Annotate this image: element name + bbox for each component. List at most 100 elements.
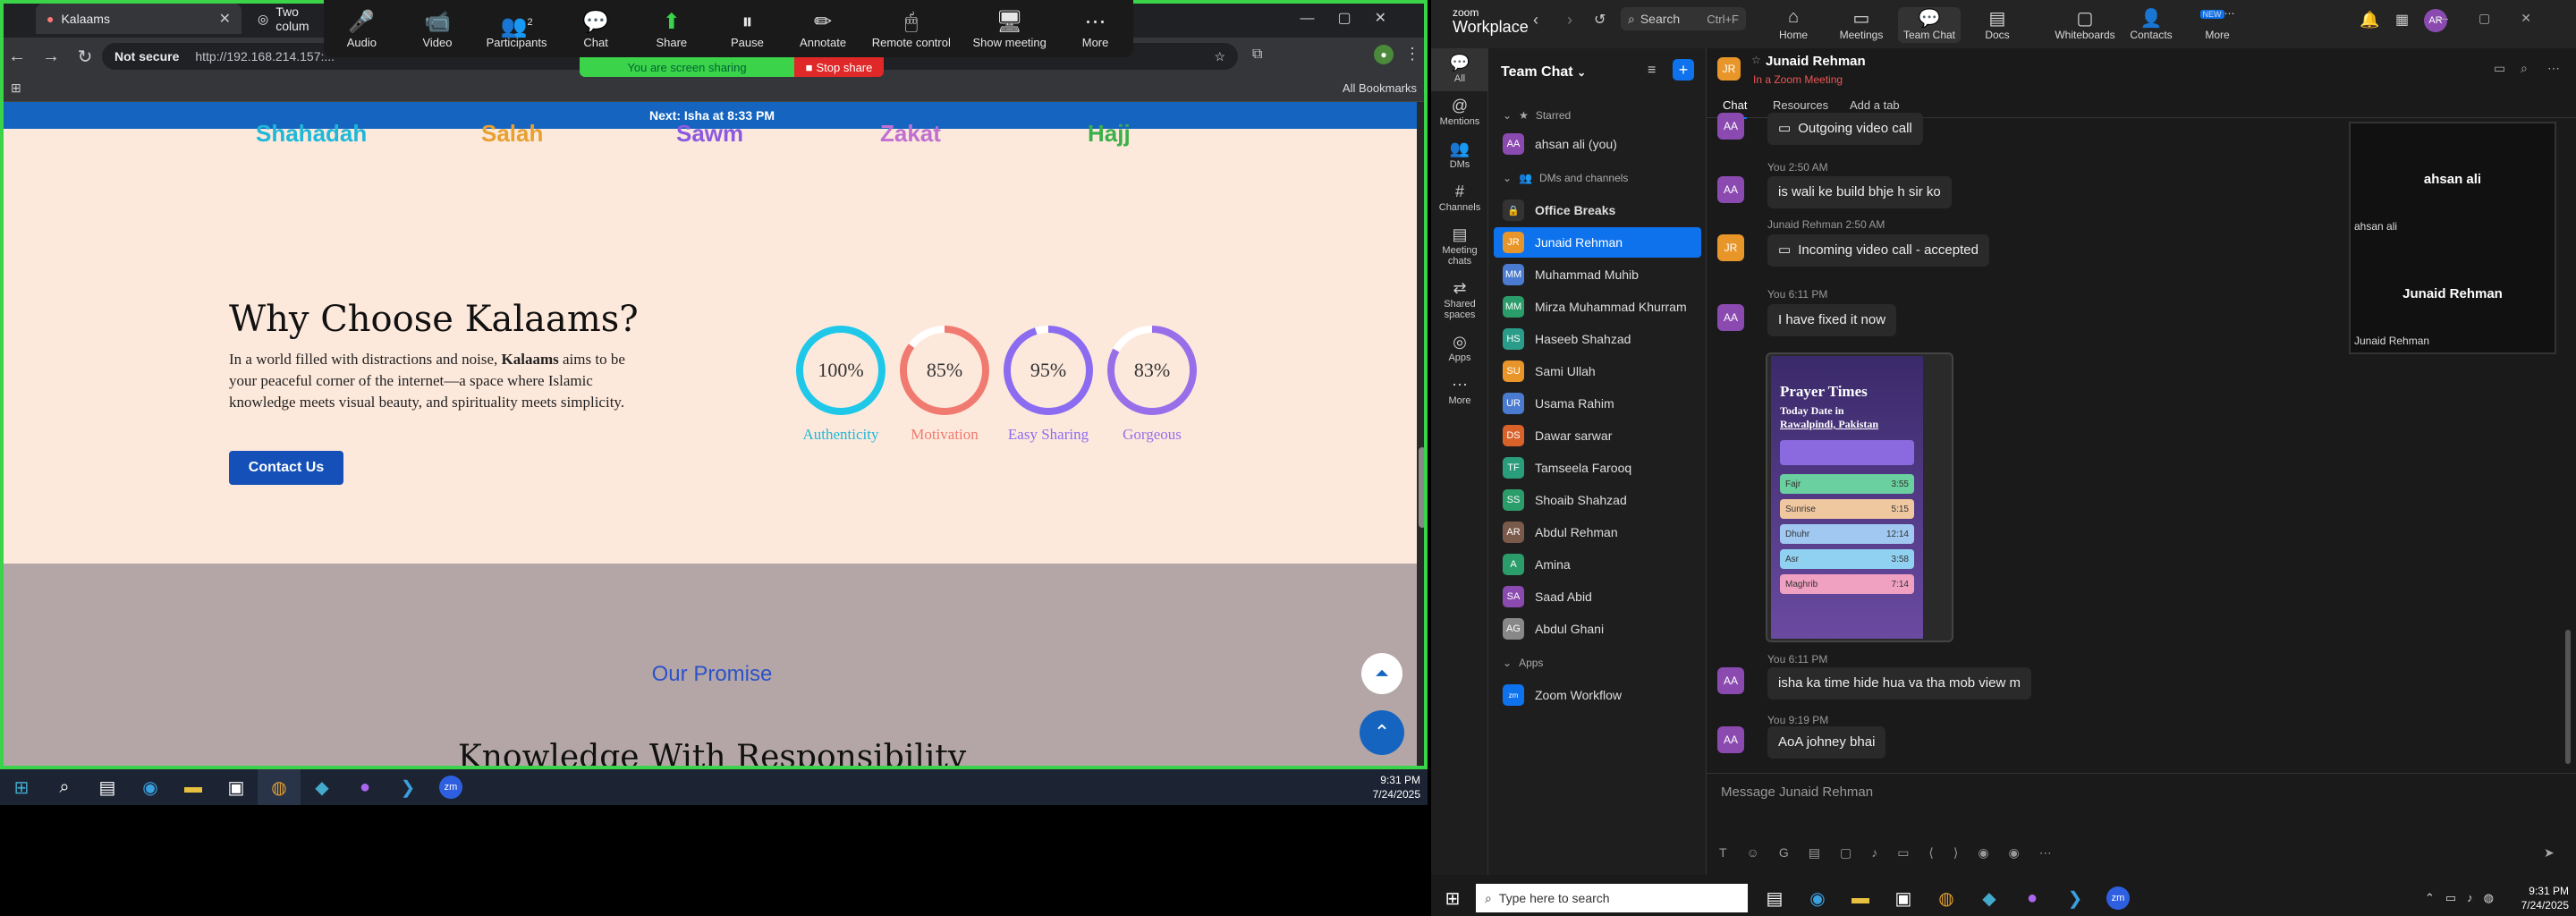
rail-mentions[interactable]: @ Mentions [1431,91,1488,134]
task-view-icon[interactable]: ▤ [86,769,129,805]
all-bookmarks-link[interactable]: All Bookmarks [1343,81,1417,95]
contact-item[interactable]: MM Muhammad Muhib [1488,259,1707,290]
filter-icon[interactable]: ≡ [1648,63,1656,79]
contact-item[interactable]: UR Usama Rahim [1488,388,1707,419]
history-icon[interactable]: ↺ [1594,11,1606,29]
apps-grid-icon[interactable]: ⊞ [11,81,21,96]
back-icon[interactable]: ‹ [1533,11,1538,30]
back-icon[interactable]: ← [0,47,34,67]
apps-section[interactable]: ⌄ Apps [1488,648,1707,678]
rail-shared-spaces[interactable]: ⇄ Shared spaces [1431,274,1488,327]
nav-meetings[interactable]: ▭ Meetings [1830,7,1893,41]
zoom-icon[interactable]: zm [429,769,472,805]
participants-button[interactable]: 👥2 Participants [487,9,547,49]
contact-item[interactable]: TF Tamseela Farooq [1488,453,1707,483]
store-icon[interactable]: ▣ [215,769,258,805]
github-icon[interactable]: ● [343,769,386,805]
more-button[interactable]: ⋯ More [1069,9,1123,49]
dms-section[interactable]: ⌄ 👥 DMs and channels [1488,163,1707,193]
system-tray-icons[interactable]: ⌃▭♪◍ [2425,891,2504,905]
nav-team-chat[interactable]: 💬 Team Chat [1898,7,1961,43]
remote-control-button[interactable]: 🖱 Remote control [872,9,951,49]
contact-us-button[interactable]: Contact Us [229,451,343,485]
task-view-icon[interactable]: ▤ [1753,880,1796,916]
rail-dms[interactable]: 👥 DMs [1431,134,1488,177]
contact-item[interactable]: AR Abdul Rehman [1488,517,1707,547]
calendar-icon[interactable]: ▦ [2395,11,2409,29]
extensions-icon[interactable]: ⧉ [1252,47,1262,63]
contact-item[interactable]: MM Mirza Muhammad Khurram [1488,292,1707,322]
contact-item[interactable]: A Amina [1488,549,1707,580]
windows-start-icon[interactable]: ⊞ [1431,880,1474,916]
search-input[interactable]: ⌕ Search Ctrl+F [1621,7,1746,30]
scrollbar-thumb[interactable] [1419,447,1426,528]
more-icon[interactable]: ⋯ [2547,61,2560,76]
message-bubble[interactable]: is wali ke build bhje h sir ko [1767,176,1952,208]
store-icon[interactable]: ▣ [1882,880,1925,916]
menu-icon[interactable]: ⋮ [1404,45,1420,64]
tab-add-a-tab[interactable]: Add a tab [1850,98,1900,112]
scroll-up-icon[interactable]: ⏶ [1361,653,1402,694]
forward-icon[interactable]: → [34,47,68,67]
app-icon[interactable]: ◆ [301,769,343,805]
close-icon[interactable]: ✕ [219,10,231,28]
show-meeting-button[interactable]: 🖥 Show meeting [973,9,1046,49]
meeting-video-panel[interactable]: ahsan ali ahsan ali Junaid Rehman Junaid… [2349,122,2556,354]
tab-resources[interactable]: Resources [1773,98,1828,112]
vscode-icon[interactable]: ❯ [2054,880,2097,916]
star-icon[interactable]: ☆ [1751,54,1761,66]
nav-home[interactable]: ⌂ Home [1762,7,1825,41]
composer-toolbar[interactable]: T☺G▤▢♪▭⟨⟩◉◉⋯ [1719,845,2072,861]
video-button[interactable]: 📹 Video [411,9,464,49]
pause-button[interactable]: ⏸ Pause [720,9,774,49]
window-controls[interactable]: —▢✕ [2436,11,2562,26]
nav-whiteboards[interactable]: ▢ Whiteboards [2045,7,2125,41]
message-bubble[interactable]: AoA johney bhai [1767,726,1886,759]
chrome-icon[interactable]: ◍ [1925,880,1968,916]
image-attachment[interactable]: Prayer Times Today Date in Rawalpindi, P… [1766,352,1953,642]
reload-icon[interactable]: ↻ [68,46,102,68]
stop-share-button[interactable]: ■ Stop share [794,57,884,77]
tab-kalaams[interactable]: ● Kalaams ✕ [36,4,242,34]
starred-section[interactable]: ⌄ ★ Starred [1488,100,1707,131]
chat-button[interactable]: 💬 Chat [569,9,623,49]
rail-apps[interactable]: ◎ Apps [1431,327,1488,370]
zoom-workflow-app[interactable]: zm Zoom Workflow [1488,680,1707,710]
annotate-button[interactable]: ✏ Annotate [796,9,850,49]
search-icon[interactable]: ⌕ [43,769,86,805]
rail-meeting-chats[interactable]: ▤ Meeting chats [1431,220,1488,274]
channel-office-breaks[interactable]: 🔒 Office Breaks [1488,195,1707,225]
page-scrollbar[interactable] [1417,102,1428,769]
contact-item[interactable]: DS Dawar sarwar [1488,420,1707,451]
vscode-icon[interactable]: ❯ [386,769,429,805]
rail-all[interactable]: 💬 All [1431,48,1488,91]
contact-item[interactable]: SS Shoaib Shahzad [1488,485,1707,515]
audio-button[interactable]: 🎤 Audio [335,9,388,49]
message-incoming-call[interactable]: ▭ Incoming video call - accepted [1767,234,1989,267]
rail-more[interactable]: ⋯ More [1431,370,1488,413]
video-call-icon[interactable]: ▭ [2494,61,2505,76]
contact-item[interactable]: SA Saad Abid [1488,581,1707,612]
new-chat-icon[interactable]: + [1673,59,1694,81]
contact-item[interactable]: AG Abdul Ghani [1488,614,1707,644]
message-input[interactable]: Message Junaid Rehman [1721,785,2526,811]
zoom-icon[interactable]: zm [2097,880,2140,916]
file-explorer-icon[interactable]: ▬ [172,769,215,805]
edge-icon[interactable]: ◉ [129,769,172,805]
taskbar-search[interactable]: ⌕ Type here to search [1476,884,1748,912]
contact-item[interactable]: JR Junaid Rehman [1494,227,1701,258]
self-chat[interactable]: AA ahsan ali (you) [1488,129,1707,159]
profile-avatar[interactable]: ● [1374,45,1394,64]
share-button[interactable]: ⬆ Share [645,9,699,49]
back-to-top-icon[interactable]: ⌃ [1360,710,1404,755]
star-icon[interactable]: ☆ [1214,49,1225,64]
nav-more[interactable]: NEW ⋯ More [2186,7,2249,41]
team-chat-header[interactable]: Team Chat ⌄ [1501,64,1586,81]
window-controls[interactable]: —▢✕ [1300,9,1410,27]
message-bubble[interactable]: I have fixed it now [1767,304,1897,336]
file-explorer-icon[interactable]: ▬ [1839,880,1882,916]
windows-start-icon[interactable]: ⊞ [0,769,43,805]
chat-scrollbar[interactable] [2565,630,2571,764]
forward-icon[interactable]: › [1567,11,1572,30]
app-icon[interactable]: ◆ [1968,880,2011,916]
